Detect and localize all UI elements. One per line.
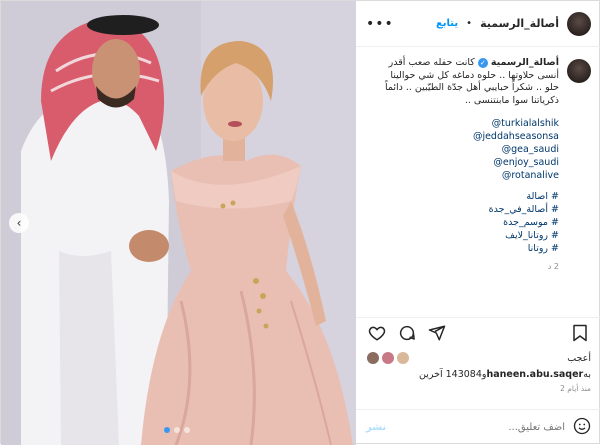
hashtags-list: # اصالة # أصالة_في_جدة # موسم_جدة # روتا… — [366, 190, 559, 255]
chevron-left-icon: ‹ — [16, 216, 22, 230]
bookmark-icon[interactable] — [569, 322, 591, 344]
header-username[interactable]: أصالة_الرسمية — [480, 17, 559, 30]
likes-label: أعجب — [567, 352, 591, 364]
post-comment-button[interactable]: نشر — [366, 422, 386, 433]
post-timestamp: منذ أيام 2 — [560, 384, 591, 393]
likes-count[interactable]: و143084 آخرين — [419, 369, 487, 380]
caption-line: أنسى حلاوتها .. حلوه دماغه كل شي حوالينا — [390, 69, 559, 81]
avatar[interactable] — [567, 11, 591, 36]
post-sidebar: أصالة_الرسمية • يتابع ••• أصالة_الرسمية … — [356, 1, 600, 445]
liker-avatar[interactable] — [396, 351, 410, 365]
mention-link[interactable]: @turkialalshik — [366, 117, 559, 130]
hashtag-link[interactable]: # اصالة — [366, 190, 559, 203]
post-photo[interactable]: ‹ — [1, 1, 356, 445]
caption-line: كانت حفله صعب أقدر — [388, 57, 475, 68]
mention-link[interactable]: @gea_saudi — [366, 143, 559, 156]
comment-bar: نشر — [356, 409, 600, 445]
likes-summary[interactable]: و143084 آخرينhaneen.abu.saqerبه — [366, 369, 591, 380]
caption-line: ذكرياتنا سوا مابنتنسى .. — [464, 94, 559, 106]
verified-icon: ✓ — [477, 57, 488, 68]
header-separator: • — [466, 18, 473, 29]
hashtag-link[interactable]: # روتانا — [366, 242, 559, 255]
comment-icon[interactable] — [396, 322, 418, 344]
mentions-list: @turkialalshik @jeddahseasonsa @gea_saud… — [366, 117, 559, 182]
carousel-prev-button[interactable]: ‹ — [9, 213, 29, 233]
likes-suffix: به — [583, 369, 591, 380]
mention-link[interactable]: @rotanalive — [366, 169, 559, 182]
carousel-dot — [164, 427, 170, 433]
liker-avatar[interactable] — [381, 351, 395, 365]
follow-button[interactable]: يتابع — [436, 18, 458, 29]
photo-illustration — [1, 1, 356, 445]
carousel-indicator — [164, 427, 190, 433]
emoji-icon[interactable] — [573, 417, 591, 439]
mention-link[interactable]: @jeddahseasonsa — [366, 130, 559, 143]
share-icon[interactable] — [426, 322, 448, 344]
post-header: أصالة_الرسمية • يتابع ••• — [356, 1, 600, 47]
heart-icon[interactable] — [366, 322, 388, 344]
instagram-post: ‹ أصالة_الرسمية • يتابع ••• أصالة_الرسمي… — [0, 0, 600, 445]
mention-link[interactable]: @enjoy_saudi — [366, 156, 559, 169]
more-options-icon[interactable]: ••• — [366, 16, 394, 32]
hashtag-link[interactable]: # أصالة_في_جدة — [366, 203, 559, 216]
liker-username[interactable]: haneen.abu.saqer — [486, 369, 583, 380]
hashtag-link[interactable]: # موسم_جدة — [366, 216, 559, 229]
caption-username[interactable]: أصالة_الرسمية — [491, 57, 559, 68]
liker-avatar[interactable] — [366, 351, 380, 365]
caption-age: 2 د — [547, 262, 559, 271]
post-caption: أصالة_الرسمية ✓ كانت حفله صعب أقدر أنسى … — [356, 47, 600, 297]
likes-section: أعجب و143084 آخرينhaneen.abu.saqerبه منذ… — [366, 351, 591, 393]
avatar[interactable] — [567, 59, 591, 83]
carousel-dot — [174, 427, 180, 433]
caption-text: أصالة_الرسمية ✓ كانت حفله صعب أقدر أنسى … — [366, 57, 559, 297]
hashtag-link[interactable]: # روتانا_لايف — [366, 229, 559, 242]
caption-line: حلو .. شكراً حبايبي أهل جدّة الطيّبين ..… — [384, 82, 559, 93]
action-bar — [356, 317, 600, 347]
carousel-dot — [184, 427, 190, 433]
comment-input[interactable] — [394, 422, 565, 433]
